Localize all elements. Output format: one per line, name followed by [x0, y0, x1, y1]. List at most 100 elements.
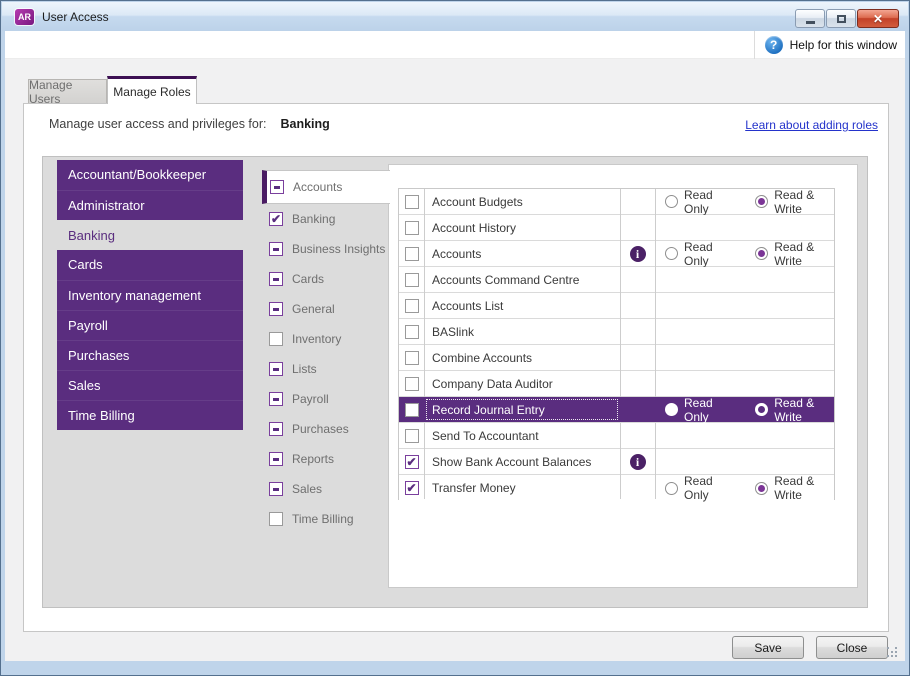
function-checkbox-accounts[interactable]	[404, 246, 419, 261]
function-checkbox-company-data-auditor[interactable]	[404, 376, 419, 391]
function-access-cell	[655, 449, 834, 474]
category-checkbox-accounts[interactable]	[270, 180, 284, 194]
resize-grip[interactable]	[887, 647, 899, 659]
tab-manage-roles[interactable]: Manage Roles	[107, 76, 197, 104]
minimize-icon	[805, 21, 815, 24]
work-area: Accountant/Bookkeeper Administrator Bankin…	[42, 156, 868, 608]
role-item-purchases[interactable]: Purchases	[57, 340, 243, 370]
category-item-general[interactable]: General	[249, 294, 388, 324]
radio-read-write-transfer-money[interactable]: Read & Write	[755, 474, 834, 502]
function-row-record-journal-entry[interactable]: Record Journal Entry Read Only Read & Writ…	[399, 396, 834, 424]
category-label: Cards	[292, 272, 325, 286]
function-access-cell: Read Only Read & Write	[655, 240, 834, 268]
function-row-account-history[interactable]: Account History	[399, 215, 834, 241]
function-checkbox-baslink[interactable]	[404, 324, 419, 339]
category-item-accounts[interactable]: Accounts	[262, 170, 390, 204]
function-row-account-budgets[interactable]: Account Budgets Read Only Read & Write	[399, 188, 834, 216]
category-item-sales[interactable]: Sales	[249, 474, 388, 504]
category-checkbox-general[interactable]	[269, 302, 283, 316]
function-row-transfer-money[interactable]: Transfer Money Read Only Read & Write	[399, 474, 834, 502]
function-row-baslink[interactable]: BASlink	[399, 319, 834, 345]
role-item-inventory-management[interactable]: Inventory management	[57, 280, 243, 310]
function-row-company-data-auditor[interactable]: Company Data Auditor	[399, 371, 834, 397]
category-item-inventory[interactable]: Inventory	[249, 324, 388, 354]
role-item-accountant-bookkeeper[interactable]: Accountant/Bookkeeper	[57, 160, 243, 190]
function-row-combine-accounts[interactable]: Combine Accounts	[399, 345, 834, 371]
function-access-cell: Read Only Read & Write	[655, 188, 834, 216]
radio-read-only-account-budgets[interactable]: Read Only	[665, 188, 731, 216]
function-checkbox-show-bank-account-balances[interactable]	[404, 454, 419, 469]
function-label: Combine Accounts	[432, 350, 533, 365]
category-checkbox-reports[interactable]	[269, 452, 283, 466]
function-checkbox-send-to-accountant[interactable]	[404, 428, 419, 443]
functions-pane: Account Budgets Read Only Read & Write Acco…	[388, 164, 858, 588]
category-checkbox-business-insights[interactable]	[269, 242, 283, 256]
category-checkbox-inventory[interactable]	[269, 332, 283, 346]
radio-read-only-transfer-money[interactable]: Read Only	[665, 474, 731, 502]
learn-about-roles-link[interactable]: Learn about adding roles	[745, 118, 878, 132]
category-item-cards[interactable]: Cards	[249, 264, 388, 294]
function-checkbox-accounts-command-centre[interactable]	[404, 272, 419, 287]
category-checkbox-time-billing[interactable]	[269, 512, 283, 526]
category-checkbox-cards[interactable]	[269, 272, 283, 286]
function-row-send-to-accountant[interactable]: Send To Accountant	[399, 423, 834, 449]
category-item-payroll[interactable]: Payroll	[249, 384, 388, 414]
function-row-accounts-list[interactable]: Accounts List	[399, 293, 834, 319]
radio-read-write-accounts[interactable]: Read & Write	[755, 240, 834, 268]
radio-read-only-record-journal-entry[interactable]: Read Only	[665, 396, 731, 424]
tab-manage-users[interactable]: Manage Users	[28, 78, 107, 106]
category-item-time-billing[interactable]: Time Billing	[249, 504, 388, 534]
category-label: Payroll	[292, 392, 329, 406]
function-checkbox-combine-accounts[interactable]	[404, 350, 419, 365]
maximize-icon	[836, 14, 846, 23]
info-icon[interactable]: i	[629, 453, 646, 470]
function-checkbox-cell	[399, 293, 424, 318]
function-checkbox-record-journal-entry[interactable]	[404, 402, 419, 417]
category-item-banking[interactable]: Banking	[249, 204, 388, 234]
category-item-purchases[interactable]: Purchases	[249, 414, 388, 444]
radio-read-write-record-journal-entry[interactable]: Read & Write	[755, 396, 834, 424]
maximize-button[interactable]	[826, 9, 856, 28]
function-checkbox-account-history[interactable]	[404, 220, 419, 235]
category-checkbox-banking[interactable]	[269, 212, 283, 226]
function-row-accounts[interactable]: Accounts i Read Only Read & Write	[399, 240, 834, 268]
function-label: BASlink	[432, 324, 475, 339]
grid-line	[620, 189, 621, 499]
function-row-show-bank-account-balances[interactable]: Show Bank Account Balances i	[399, 449, 834, 475]
function-info-cell	[620, 215, 655, 240]
function-checkbox-cell	[399, 475, 424, 501]
info-icon[interactable]: i	[629, 245, 646, 262]
function-info-cell	[620, 293, 655, 318]
category-label: Business Insights	[292, 242, 386, 256]
save-button[interactable]: Save	[732, 636, 804, 659]
category-item-reports[interactable]: Reports	[249, 444, 388, 474]
function-info-cell	[620, 345, 655, 370]
function-info-cell: i	[620, 449, 655, 474]
close-button[interactable]: Close	[816, 636, 888, 659]
category-item-lists[interactable]: Lists	[249, 354, 388, 384]
close-window-button[interactable]: ✕	[857, 9, 899, 28]
role-item-payroll[interactable]: Payroll	[57, 310, 243, 340]
category-checkbox-payroll[interactable]	[269, 392, 283, 406]
help-link[interactable]: ? Help for this window	[753, 31, 897, 59]
radio-read-write-record-journal-entry-label: Read & Write	[774, 395, 815, 424]
role-item-administrator[interactable]: Administrator	[57, 190, 243, 220]
category-checkbox-lists[interactable]	[269, 362, 283, 376]
radio-read-write-account-budgets[interactable]: Read & Write	[755, 188, 834, 216]
role-item-cards[interactable]: Cards	[57, 250, 243, 280]
category-checkbox-sales[interactable]	[269, 482, 283, 496]
minimize-button[interactable]	[795, 9, 825, 28]
category-list: Accounts Banking Business Insights Cards Gen…	[249, 170, 390, 550]
function-checkbox-transfer-money[interactable]	[404, 481, 419, 495]
radio-read-only-accounts[interactable]: Read Only	[665, 240, 731, 268]
function-checkbox-accounts-list[interactable]	[404, 298, 419, 313]
role-item-sales[interactable]: Sales	[57, 370, 243, 400]
role-item-time-billing[interactable]: Time Billing	[57, 400, 243, 430]
role-item-banking[interactable]: Banking	[57, 220, 243, 250]
function-row-accounts-command-centre[interactable]: Accounts Command Centre	[399, 267, 834, 293]
function-info-cell	[620, 319, 655, 344]
radio-read-only-record-journal-entry-label: Read Only	[684, 395, 713, 424]
category-item-business-insights[interactable]: Business Insights	[249, 234, 388, 264]
function-checkbox-account-budgets[interactable]	[404, 194, 419, 209]
category-checkbox-purchases[interactable]	[269, 422, 283, 436]
